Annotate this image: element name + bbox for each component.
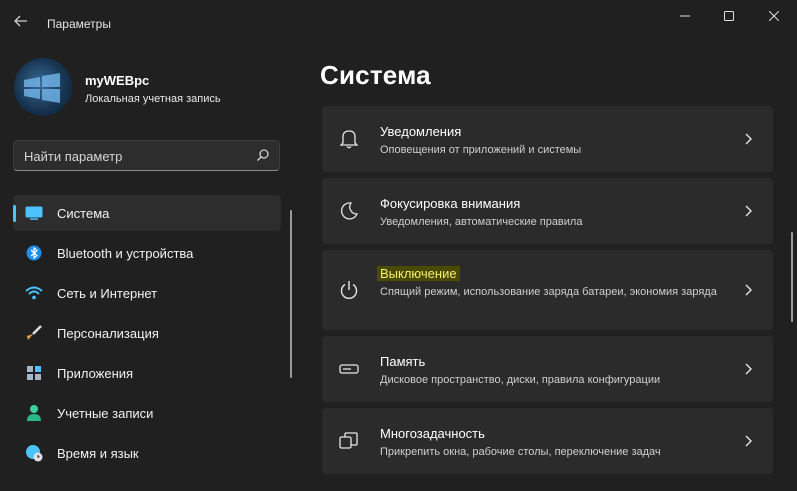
card-description: Уведомления, автоматические правила (380, 216, 583, 228)
multitasking-icon (338, 430, 360, 452)
moon-icon (338, 200, 360, 222)
maximize-icon (724, 11, 734, 21)
card-description: Оповещения от приложений и системы (380, 144, 582, 156)
sidebar-scrollbar[interactable] (290, 210, 292, 378)
settings-card-power[interactable]: Выключение Спящий режим, использование з… (322, 250, 773, 330)
card-title: Многозадачность (380, 426, 485, 441)
sidebar-item-bluetooth[interactable]: Bluetooth и устройства (13, 235, 281, 271)
sidebar-item-system[interactable]: Система (13, 195, 281, 231)
main-scrollbar[interactable] (791, 232, 793, 322)
wifi-icon (25, 284, 43, 302)
settings-card-storage[interactable]: Память Дисковое пространство, диски, пра… (322, 336, 773, 402)
sidebar-item-label: Время и язык (57, 446, 139, 461)
close-button[interactable] (751, 5, 797, 27)
active-indicator (13, 205, 16, 222)
back-button[interactable] (8, 8, 34, 34)
back-arrow-icon (14, 15, 27, 27)
maximize-button[interactable] (706, 5, 752, 27)
globe-clock-icon (25, 444, 43, 462)
avatar (14, 58, 72, 116)
sidebar-item-label: Система (57, 206, 110, 221)
settings-card-focus[interactable]: Фокусировка внимания Уведомления, автома… (322, 178, 773, 244)
sidebar-item-label: Приложения (57, 366, 134, 381)
power-icon (338, 279, 360, 301)
sidebar-nav: Система Bluetooth и устройства Сеть и Ин… (13, 195, 281, 475)
chevron-right-icon (743, 434, 753, 448)
chevron-right-icon (743, 132, 753, 146)
chevron-right-icon (743, 283, 753, 297)
search-input[interactable]: Найти параметр (13, 140, 280, 171)
title-bar: Параметры (0, 0, 797, 40)
card-title: Уведомления (380, 124, 462, 139)
card-title: Выключение (377, 266, 460, 281)
search-placeholder: Найти параметр (24, 149, 123, 164)
sidebar-item-time-language[interactable]: Время и язык (13, 435, 281, 471)
person-icon (25, 404, 43, 422)
card-description: Спящий режим, использование заряда батар… (380, 286, 717, 298)
card-title: Фокусировка внимания (380, 196, 521, 211)
bell-icon (338, 128, 360, 150)
card-description: Прикрепить окна, рабочие столы, переключ… (380, 446, 661, 458)
sidebar-item-label: Персонализация (57, 326, 159, 341)
bluetooth-icon (25, 244, 43, 262)
minimize-icon (680, 15, 690, 17)
sidebar-item-personalization[interactable]: Персонализация (13, 315, 281, 351)
card-title: Память (380, 354, 426, 369)
brush-icon (25, 324, 43, 342)
sidebar-item-label: Bluetooth и устройства (57, 246, 194, 261)
card-description: Дисковое пространство, диски, правила ко… (380, 374, 661, 386)
sidebar-item-label: Сеть и Интернет (57, 286, 158, 301)
settings-card-notifications[interactable]: Уведомления Оповещения от приложений и с… (322, 106, 773, 172)
sidebar-item-apps[interactable]: Приложения (13, 355, 281, 391)
chevron-right-icon (743, 204, 753, 218)
close-icon (769, 11, 779, 21)
profile-name: myWEBpc (85, 73, 150, 88)
search-icon[interactable] (256, 148, 270, 162)
profile-account-type: Локальная учетная запись (85, 93, 221, 105)
page-title: Система (320, 60, 431, 90)
app-title: Параметры (47, 17, 111, 31)
sidebar-item-accounts[interactable]: Учетные записи (13, 395, 281, 431)
sidebar-item-network[interactable]: Сеть и Интернет (13, 275, 281, 311)
chevron-right-icon (743, 362, 753, 376)
settings-card-multitasking[interactable]: Многозадачность Прикрепить окна, рабочие… (322, 408, 773, 474)
minimize-button[interactable] (662, 5, 708, 27)
windows-logo-icon (24, 73, 60, 103)
storage-icon (338, 358, 360, 380)
sidebar-item-label: Учетные записи (57, 406, 154, 421)
display-icon (25, 204, 43, 222)
apps-icon (25, 364, 43, 382)
